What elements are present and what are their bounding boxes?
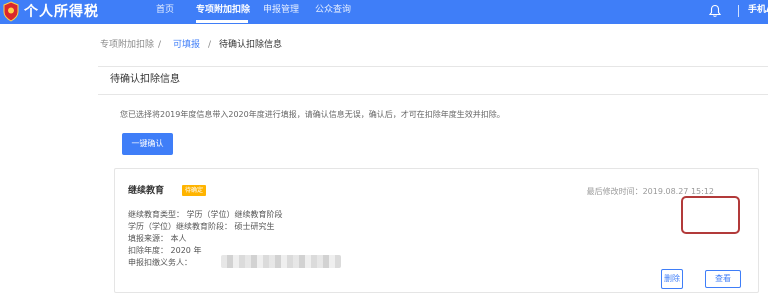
app-brand-title[interactable]: 个人所得税: [24, 2, 99, 22]
nav-active-indicator: [196, 20, 248, 23]
panel-title: 待确认扣除信息: [110, 74, 180, 85]
breadcrumb-item-special-deduction[interactable]: 专项附加扣除: [100, 39, 154, 51]
confirm-all-button[interactable]: 一键确认: [122, 133, 173, 155]
mobile-app-link[interactable]: 手机AI: [748, 0, 768, 24]
breadcrumb: 专项附加扣除 / 可填报 / 待确认扣除信息: [98, 24, 768, 67]
top-nav-bar: 个人所得税 首页 专项附加扣除 申报管理 公众查询 手机AI: [0, 0, 768, 24]
status-badge: 待确定: [182, 185, 207, 196]
deduction-card: 继续教育 待确定 最后修改时间：2019.08.27 15:12 继续教育类型：…: [114, 168, 759, 293]
nav-public-query[interactable]: 公众查询: [315, 0, 351, 24]
breadcrumb-item-current: 待确认扣除信息: [219, 40, 283, 50]
last-modified-label: 最后修改时间：: [586, 187, 643, 196]
field-deduction-year: 扣除年度： 2020 年: [128, 246, 202, 255]
field-source: 填报来源： 本人: [128, 234, 187, 243]
redacted-value: [221, 255, 341, 268]
bell-icon[interactable]: [708, 4, 722, 18]
field-education-type: 继续教育类型： 学历（学位）继续教育阶段: [128, 210, 283, 219]
field-withholding-agent: 申报扣缴义务人：: [128, 258, 192, 267]
last-modified-time: 2019.08.27 15:12: [642, 187, 714, 196]
notice-text: 您已选择将2019年度信息带入2020年度进行填报，请确认信息无误，确认后，才可…: [120, 110, 505, 119]
left-sidebar: [0, 24, 98, 300]
breadcrumb-separator: /: [158, 40, 162, 50]
field-education-stage: 学历（学位）继续教育阶段： 硕士研究生: [128, 222, 275, 231]
view-button[interactable]: 查看: [705, 270, 741, 288]
delete-button[interactable]: 删除: [661, 269, 683, 289]
card-title: 继续教育: [128, 186, 165, 196]
annotation-highlight: [681, 196, 740, 234]
panel-divider: [98, 94, 768, 95]
tax-emblem-icon: [3, 1, 19, 22]
breadcrumb-separator: /: [208, 40, 212, 50]
header-divider: [738, 5, 739, 17]
nav-declaration-management[interactable]: 申报管理: [263, 0, 299, 24]
pending-confirmation-panel: 待确认扣除信息 您已选择将2019年度信息带入2020年度进行填报，请确认信息无…: [98, 67, 768, 300]
nav-home[interactable]: 首页: [156, 0, 174, 24]
breadcrumb-item-fillable[interactable]: 可填报: [173, 39, 200, 51]
